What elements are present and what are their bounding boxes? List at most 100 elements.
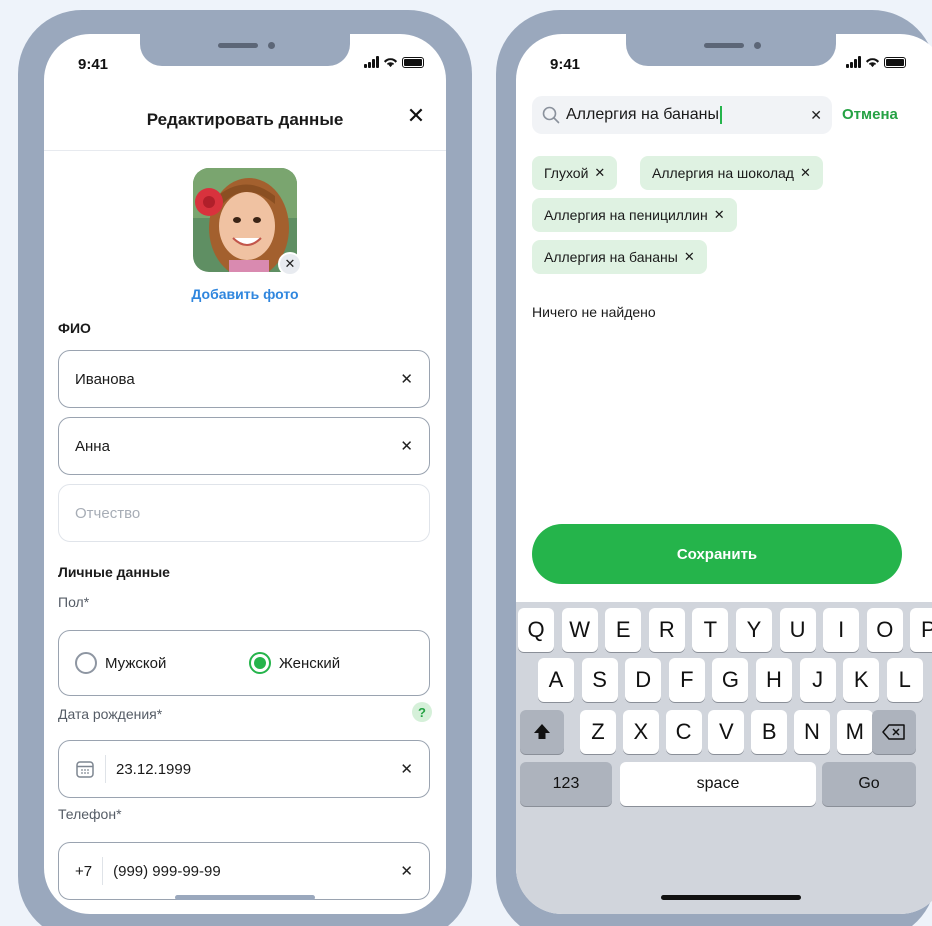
status-time: 9:41 (550, 56, 581, 73)
tag-chip[interactable]: Аллергия на шоколад ✕ (640, 156, 823, 190)
key-d[interactable]: D (625, 658, 662, 702)
close-icon[interactable]: ✕ (404, 103, 428, 128)
key-m[interactable]: M (836, 710, 873, 754)
tag-chip-label: Аллергия на пенициллин (544, 207, 708, 223)
phone-frame-left: 9:41 Редактировать данные ✕ ✕ Добавить ф… (18, 10, 472, 926)
birth-date-value: 23.12.1999 (116, 760, 192, 778)
shift-icon (534, 724, 550, 739)
birth-date-field[interactable]: 23.12.1999 ✕ (58, 740, 430, 798)
middle-name-field[interactable]: Отчество (58, 484, 430, 542)
key-o[interactable]: O (866, 608, 903, 652)
key-h[interactable]: H (756, 658, 792, 702)
search-value: Аллергия на бананы (566, 106, 719, 124)
close-icon[interactable]: ✕ (684, 249, 695, 265)
remove-photo-button[interactable]: ✕ (278, 252, 302, 276)
battery-icon (884, 56, 906, 68)
key-r[interactable]: R (648, 608, 685, 652)
key-j[interactable]: J (799, 658, 836, 702)
close-icon[interactable]: ✕ (594, 165, 605, 181)
edit-profile-screen: 9:41 Редактировать данные ✕ ✕ Добавить ф… (44, 34, 446, 914)
key-x[interactable]: X (622, 710, 659, 754)
tag-chip[interactable]: Аллергия на бананы ✕ (532, 240, 707, 274)
close-icon: ✕ (284, 256, 296, 271)
clear-icon[interactable]: ✕ (400, 437, 413, 455)
go-key[interactable]: Go (822, 762, 916, 806)
wifi-icon (865, 58, 880, 68)
status-time: 9:41 (78, 56, 109, 73)
close-icon[interactable]: ✕ (714, 207, 725, 223)
key-b[interactable]: B (751, 710, 788, 754)
key-e[interactable]: E (605, 608, 642, 652)
clear-icon[interactable]: ✕ (810, 107, 822, 124)
gender-male-radio[interactable]: Мужской (75, 652, 166, 674)
key-y[interactable]: Y (736, 608, 772, 652)
space-key[interactable]: space (620, 762, 816, 806)
search-input[interactable]: Аллергия на бананы ✕ (532, 96, 832, 134)
clear-icon[interactable]: ✕ (400, 370, 413, 388)
wifi-icon (383, 58, 398, 68)
tag-chip-label: Аллергия на бананы (544, 249, 678, 265)
status-icons (846, 54, 906, 70)
add-photo-link[interactable]: Добавить фото (44, 286, 446, 302)
key-q[interactable]: Q (518, 608, 554, 652)
page-title: Редактировать данные (146, 110, 344, 129)
key-t[interactable]: T (692, 608, 729, 652)
key-w[interactable]: W (561, 608, 598, 652)
home-indicator (175, 895, 315, 900)
first-name-field[interactable]: Анна ✕ (58, 417, 430, 475)
field-separator (105, 755, 106, 783)
last-name-field[interactable]: Иванова ✕ (58, 350, 430, 408)
key-i[interactable]: I (823, 608, 860, 652)
shift-key[interactable] (520, 710, 564, 754)
radio-unchecked-icon (75, 652, 97, 674)
clear-icon[interactable]: ✕ (400, 760, 413, 778)
key-p[interactable]: P (910, 608, 932, 652)
backspace-icon (882, 724, 905, 740)
birth-date-label: Дата рождения* (58, 706, 163, 722)
phone-frame-right: 9:41 Аллергия на бананы ✕ Отмена Глухой ✕… (496, 10, 932, 926)
status-icons (364, 54, 424, 70)
field-separator (102, 857, 104, 885)
key-a[interactable]: A (538, 658, 574, 702)
gender-female-label: Женский (279, 654, 341, 672)
gender-label: Пол* (58, 594, 90, 610)
key-n[interactable]: N (794, 710, 830, 754)
tag-chip[interactable]: Глухой ✕ (532, 156, 618, 190)
last-name-value: Иванова (75, 370, 135, 388)
numbers-key[interactable]: 123 (520, 762, 612, 806)
personal-section-title: Личные данные (58, 564, 170, 580)
gender-radio-group: Мужской Женский (58, 630, 430, 696)
phone-field[interactable]: +7 (999) 999-99-99 ✕ (58, 842, 430, 900)
gender-female-radio[interactable]: Женский (249, 652, 340, 674)
key-l[interactable]: L (886, 658, 923, 702)
virtual-keyboard: QWERTYUIOP ASDFGHJKL ZXCVBNM 123 space G… (516, 602, 932, 914)
tag-chip-label: Глухой (544, 165, 589, 181)
search-icon (542, 106, 560, 124)
middle-name-placeholder: Отчество (75, 504, 141, 522)
battery-icon (402, 56, 424, 68)
key-k[interactable]: K (843, 658, 880, 702)
help-icon[interactable]: ? (412, 702, 432, 722)
key-s[interactable]: S (581, 658, 618, 702)
close-icon[interactable]: ✕ (800, 165, 811, 181)
clear-icon[interactable]: ✕ (400, 862, 413, 880)
key-f[interactable]: F (668, 658, 705, 702)
backspace-key[interactable] (872, 710, 916, 754)
signal-icon (846, 56, 861, 68)
tag-search-screen: 9:41 Аллергия на бананы ✕ Отмена Глухой ✕… (516, 34, 932, 914)
fio-section-title: ФИО (58, 320, 91, 336)
key-g[interactable]: G (712, 658, 749, 702)
key-u[interactable]: U (779, 608, 816, 652)
tag-chip[interactable]: Аллергия на пенициллин ✕ (532, 198, 737, 232)
key-c[interactable]: C (665, 710, 702, 754)
key-z[interactable]: Z (580, 710, 616, 754)
tag-chip-label: Аллергия на шоколад (652, 165, 794, 181)
cancel-button[interactable]: Отмена (842, 106, 898, 123)
key-v[interactable]: V (708, 710, 745, 754)
notch (626, 34, 836, 66)
calendar-icon (76, 761, 94, 778)
signal-icon (364, 56, 379, 68)
save-button[interactable]: Сохранить (532, 524, 902, 584)
gender-male-label: Мужской (105, 654, 167, 672)
header-divider (44, 150, 446, 151)
